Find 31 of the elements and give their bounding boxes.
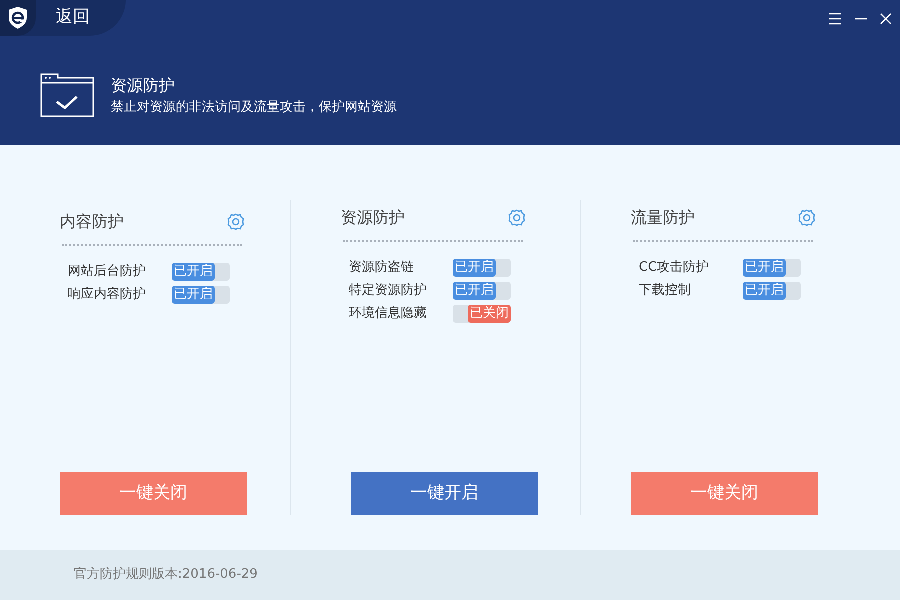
action-button[interactable]: 一键关闭 [631,472,818,515]
toggle-switch[interactable]: 已开启 [453,282,511,300]
minimize-icon[interactable] [854,18,868,20]
setting-label: 特定资源防护 [349,282,428,300]
settings-icon[interactable] [798,209,816,227]
toggle-switch[interactable]: 已开启 [743,258,801,276]
setting-label: 资源防盗链 [349,258,415,277]
action-button[interactable]: 一键开启 [351,472,538,515]
toggle-switch[interactable]: 已关闭 [453,304,511,322]
shield-logo-icon [7,6,29,30]
setting-label: 下载控制 [639,282,692,300]
panel-title: 资源防护 [341,207,405,229]
settings-icon[interactable] [227,213,245,231]
version-text: 官方防护规则版本:2016-06-29 [74,566,258,584]
toggle-switch[interactable]: 已开启 [172,262,230,280]
setting-label: 环境信息隐藏 [349,304,428,323]
setting-label: CC攻击防护 [639,258,710,277]
banner-title: 资源防护 [111,74,176,97]
setting-label: 响应内容防护 [68,286,147,304]
close-icon[interactable] [880,13,892,25]
settings-icon[interactable] [508,209,526,227]
panel-title: 内容防护 [60,211,124,233]
toggle-switch[interactable]: 已开启 [453,258,511,276]
setting-label: 网站后台防护 [68,262,147,281]
action-button[interactable]: 一键关闭 [60,472,247,515]
menu-icon[interactable] [828,13,842,25]
toggle-switch[interactable]: 已开启 [743,282,801,300]
toggle-switch[interactable]: 已开启 [172,286,230,304]
window-check-icon [40,73,95,118]
banner-subtitle: 禁止对资源的非法访问及流量攻击，保护网站资源 [111,98,397,117]
panel-title: 流量防护 [631,207,695,229]
